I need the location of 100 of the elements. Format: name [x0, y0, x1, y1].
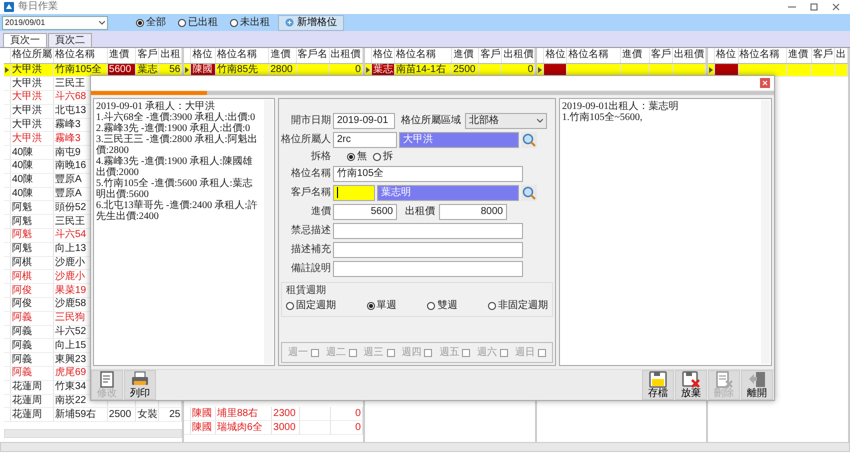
- filter-radio[interactable]: [230, 18, 238, 26]
- checkbox-label: 週六: [477, 346, 498, 359]
- tab[interactable]: 頁次一: [3, 33, 47, 47]
- log-line: 1.竹南105全~5600,: [562, 112, 644, 123]
- exit-button[interactable]: 離開: [741, 370, 773, 400]
- cycle-radio-label: 雙週: [437, 300, 458, 312]
- checkbox-label: 週日: [514, 346, 535, 359]
- close-icon[interactable]: [832, 3, 840, 11]
- table-cell: 40陳: [10, 160, 54, 174]
- cycle-radio[interactable]: [286, 302, 294, 310]
- table-cell: 大甲洪: [10, 104, 54, 118]
- table-cell: 2500: [107, 408, 136, 422]
- vertical-scrollbar[interactable]: [264, 100, 273, 364]
- column-header[interactable]: 格位: [714, 48, 738, 63]
- filter-radio[interactable]: [178, 18, 186, 26]
- table-cell: 阿魁: [10, 214, 54, 229]
- table-cell: 大甲洪: [10, 132, 54, 146]
- column-header[interactable]: 客戶名: [296, 48, 330, 63]
- column-header[interactable]: 客戶: [812, 48, 834, 63]
- horizontal-scrollbar[interactable]: [0, 442, 850, 452]
- column-header[interactable]: 格位名稱: [54, 48, 108, 63]
- table-cell: 大甲洪: [10, 90, 54, 104]
- checkbox-label: 週三: [364, 346, 384, 359]
- row-pointer-icon: [185, 66, 190, 73]
- field-label: 格位所屬人: [281, 134, 331, 146]
- column-header[interactable]: 客戶: [478, 48, 502, 63]
- table-cell: 阿義: [10, 366, 54, 380]
- group-title: 租賃週期: [286, 285, 327, 298]
- filter-radio-label: 未出租: [240, 16, 270, 28]
- column-header[interactable]: 格位名稱: [566, 48, 621, 63]
- table-cell: 阿義: [10, 325, 54, 339]
- floppy-x-icon: [682, 371, 700, 388]
- table-cell: 陳國: [190, 420, 216, 434]
- print-button[interactable]: 列印: [124, 370, 156, 400]
- table-cell: 阿魁: [10, 242, 54, 256]
- cycle-radio[interactable]: [488, 302, 496, 310]
- input-field[interactable]: 2rc: [333, 132, 397, 148]
- split-radio[interactable]: [373, 153, 381, 162]
- column-header[interactable]: 格位所屬: [10, 48, 54, 63]
- maximize-icon[interactable]: [810, 3, 818, 11]
- input-field[interactable]: [333, 185, 375, 202]
- search-icon[interactable]: [521, 185, 537, 202]
- row-pointer-icon: [366, 66, 370, 73]
- table-cell: 大甲洪: [10, 118, 54, 132]
- discard-button[interactable]: 放棄: [675, 370, 707, 400]
- column-header[interactable]: 出租價: [329, 48, 362, 63]
- column-header[interactable]: 出租價: [672, 48, 706, 63]
- column-header[interactable]: 格位名稱: [215, 48, 269, 63]
- tab[interactable]: 頁次二: [48, 33, 92, 47]
- column-header[interactable]: 出租: [158, 48, 182, 63]
- input-field[interactable]: [333, 261, 523, 278]
- column-header[interactable]: 出租價: [502, 48, 535, 63]
- input-field[interactable]: [333, 223, 523, 240]
- table-cell: 花蓮周: [10, 380, 54, 394]
- field-label: 備註說明: [290, 263, 331, 276]
- column-header[interactable]: 進價: [107, 48, 136, 63]
- area-dropdown[interactable]: 北部格: [465, 113, 547, 129]
- caret-icon: [99, 20, 105, 24]
- column-header[interactable]: 格位: [190, 48, 216, 63]
- column-header[interactable]: 進價: [452, 48, 479, 63]
- column-header[interactable]: 格位: [544, 48, 567, 63]
- input-field[interactable]: 8000: [439, 204, 507, 220]
- horizontal-scrollbar[interactable]: [4, 429, 182, 438]
- input-field[interactable]: 竹南105全: [333, 166, 523, 182]
- cycle-radio-label: 單週: [376, 300, 397, 312]
- cycle-radio[interactable]: [427, 302, 436, 310]
- add-stall-button[interactable]: 新增格位: [278, 14, 344, 30]
- input-field[interactable]: 2019-09-01: [333, 113, 395, 129]
- input-field[interactable]: 5600: [333, 204, 397, 220]
- save-button[interactable]: 存檔: [642, 370, 674, 400]
- close-button[interactable]: [760, 78, 770, 88]
- plus-circle-icon: [285, 18, 294, 27]
- column-header[interactable]: 客戶: [136, 48, 159, 63]
- caret-icon: [537, 119, 543, 123]
- vertical-scrollbar[interactable]: [761, 100, 770, 364]
- log-line: 2019-09-01出租人：葉志明: [562, 101, 680, 112]
- date-dropdown[interactable]: 2019/09/01: [2, 16, 108, 30]
- column-header[interactable]: 客戶: [649, 48, 672, 63]
- table-cell: 阿俊: [10, 298, 54, 312]
- table-cell: 40陳: [10, 187, 54, 201]
- column-header[interactable]: 出: [834, 48, 848, 63]
- table-cell: 新埔59右: [54, 408, 108, 422]
- column-header[interactable]: 進價: [620, 48, 650, 63]
- column-header[interactable]: 格位名稱: [738, 48, 786, 63]
- cycle-radio[interactable]: [366, 302, 375, 310]
- column-header[interactable]: 格位: [371, 48, 394, 63]
- filter-radio[interactable]: [136, 18, 144, 26]
- column-header[interactable]: 格位名稱: [394, 48, 452, 63]
- printer-icon: [131, 371, 149, 388]
- split-radio[interactable]: [347, 153, 355, 162]
- input-field[interactable]: 大甲洪: [399, 132, 519, 148]
- cycle-radio-label: 固定週期: [296, 300, 336, 312]
- search-icon[interactable]: [521, 132, 537, 148]
- input-field[interactable]: [333, 242, 523, 258]
- table-cell: 阿魁: [10, 228, 54, 242]
- table-cell: 0: [330, 420, 362, 434]
- table-cell: 3000: [272, 420, 300, 434]
- column-header[interactable]: 進價: [786, 48, 812, 63]
- input-field[interactable]: 葉志明: [377, 185, 519, 202]
- column-header[interactable]: 進價: [268, 48, 296, 63]
